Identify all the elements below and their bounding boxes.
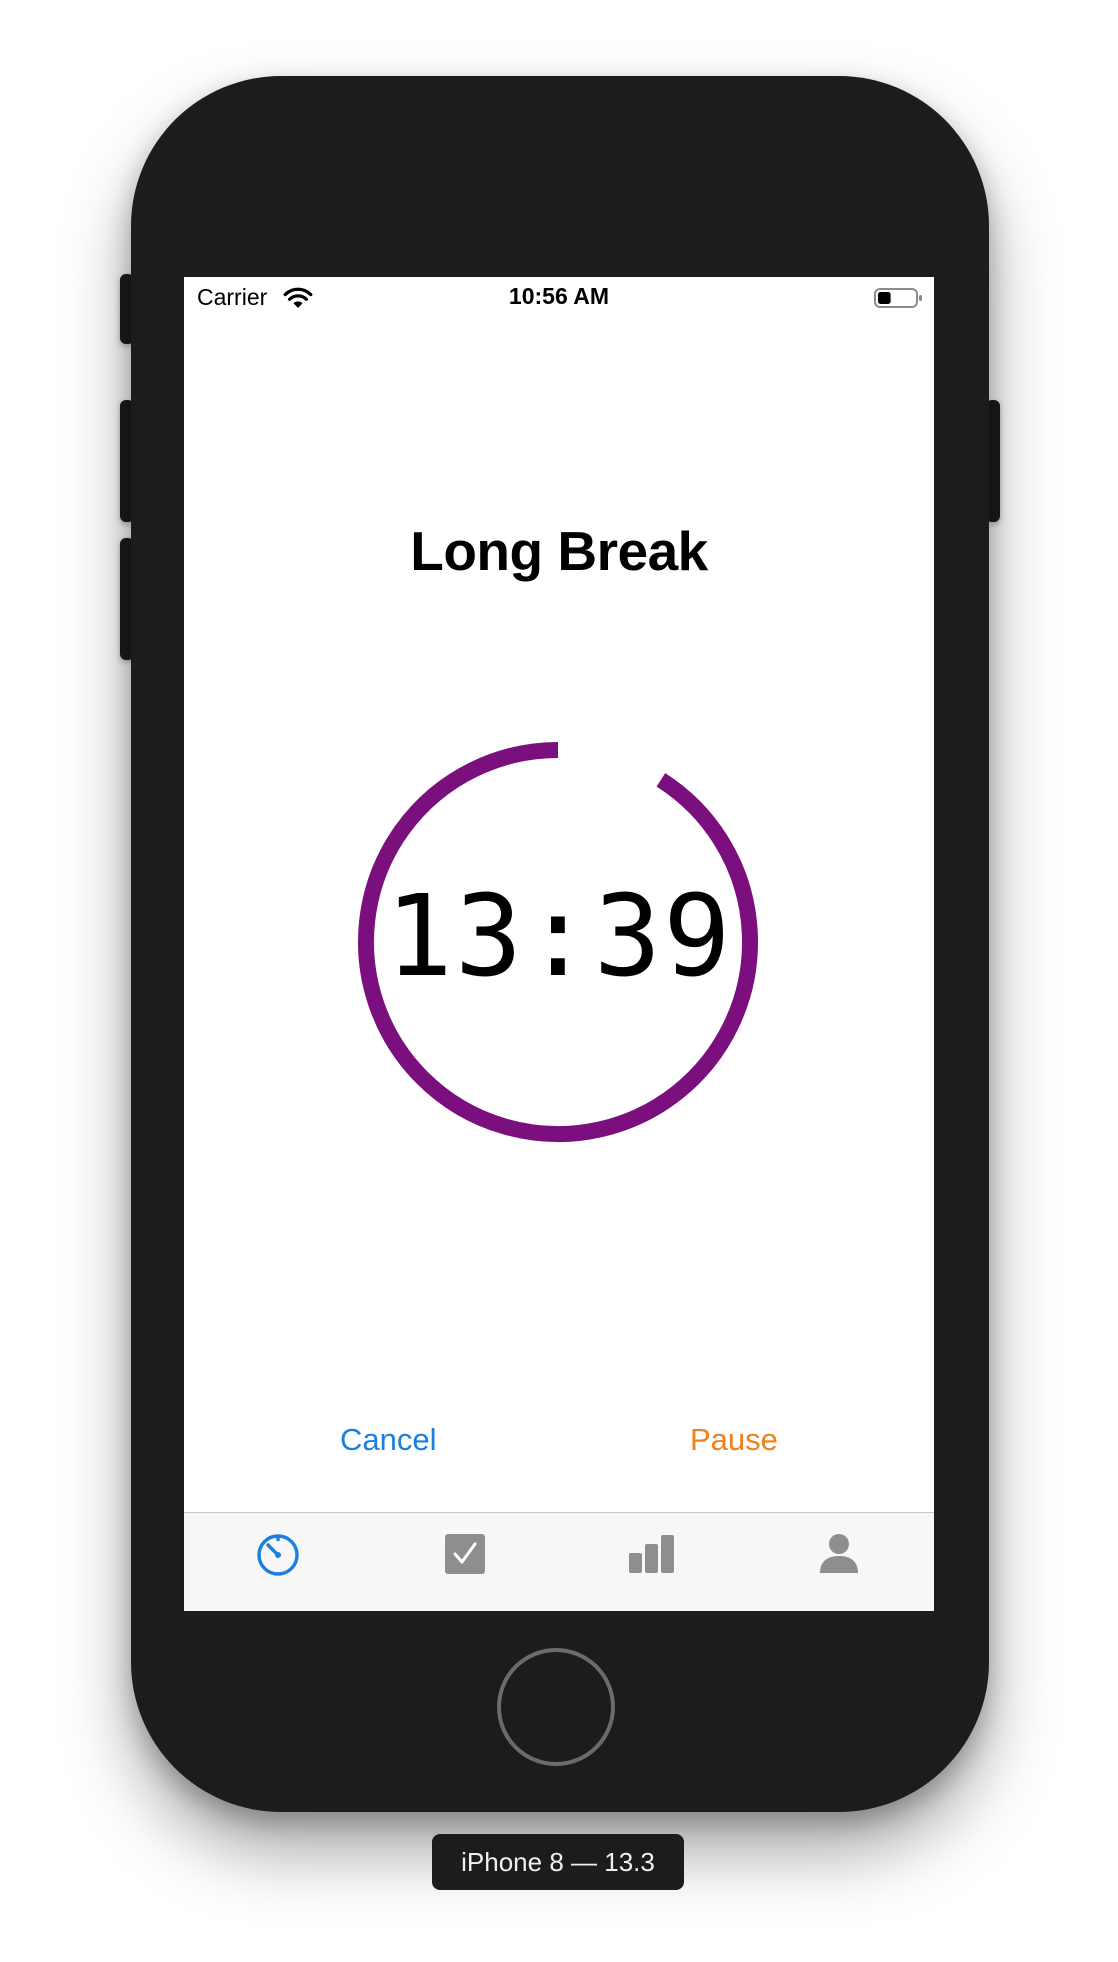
pause-button[interactable]: Pause <box>690 1422 850 1458</box>
simulator-window: Carrier 10:56 AM Long Break 13:39 Cancel… <box>0 0 1118 1962</box>
page-title: Long Break <box>410 520 708 582</box>
status-bar: Carrier 10:56 AM <box>184 277 934 321</box>
battery-level-fill <box>878 292 891 304</box>
battery-icon <box>874 288 922 308</box>
home-button[interactable] <box>497 1648 615 1766</box>
app-screen: Carrier 10:56 AM Long Break 13:39 Cancel… <box>184 277 934 1611</box>
tab-tasks[interactable] <box>371 1513 558 1611</box>
cancel-button[interactable]: Cancel <box>340 1422 500 1458</box>
timer-countdown: 13:39 <box>385 872 733 1002</box>
tab-statistics[interactable] <box>558 1513 745 1611</box>
tab-bar <box>184 1512 934 1611</box>
checkbox-icon <box>445 1534 485 1574</box>
person-icon <box>820 1534 858 1573</box>
tab-profile[interactable] <box>745 1513 932 1611</box>
tab-timer[interactable] <box>184 1513 371 1611</box>
bar-chart-icon <box>629 1535 674 1573</box>
timer-icon <box>257 1534 299 1576</box>
status-time: 10:56 AM <box>508 283 610 309</box>
device-label: iPhone 8 — 13.3 <box>432 1834 684 1890</box>
